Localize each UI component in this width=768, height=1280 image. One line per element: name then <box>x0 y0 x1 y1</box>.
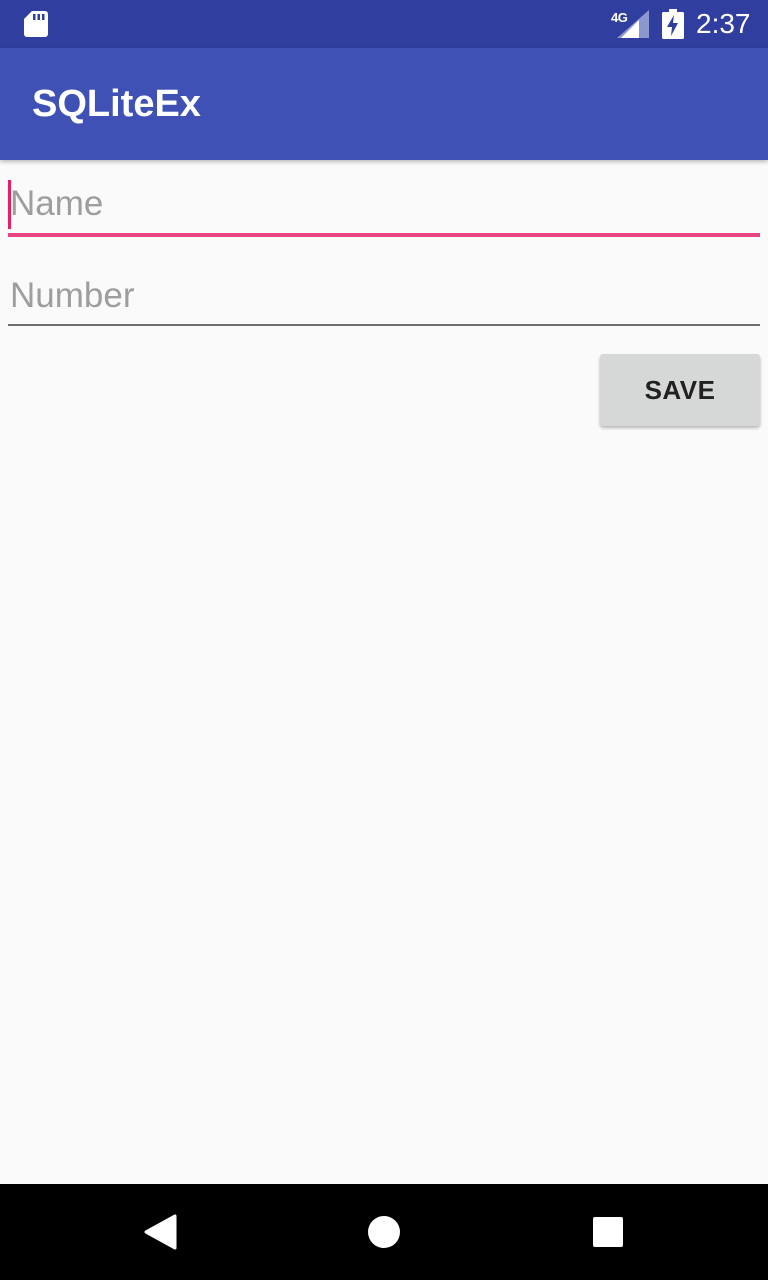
home-button[interactable] <box>336 1184 432 1280</box>
save-button[interactable]: SAVE <box>600 354 760 426</box>
network-type-label: 4G <box>611 10 628 25</box>
app-title: SQLiteEx <box>32 83 201 125</box>
status-bar: 4G 2:37 <box>0 0 768 48</box>
name-input[interactable] <box>8 176 762 232</box>
name-field[interactable] <box>8 176 762 237</box>
number-field[interactable] <box>8 268 762 328</box>
app-bar: SQLiteEx <box>0 48 768 160</box>
clock: 2:37 <box>696 8 751 39</box>
recents-icon <box>593 1217 623 1247</box>
text-cursor <box>8 180 11 229</box>
sd-card-icon <box>24 11 48 37</box>
home-icon <box>368 1216 400 1248</box>
battery-charging-icon <box>662 9 684 39</box>
back-icon <box>144 1214 177 1250</box>
back-button[interactable] <box>112 1184 208 1280</box>
navigation-bar <box>0 1184 768 1280</box>
recents-button[interactable] <box>560 1184 656 1280</box>
screen: 4G 2:37 SQLiteEx SAVE <box>0 0 768 1280</box>
name-field-underline <box>8 233 760 237</box>
number-field-underline <box>8 324 760 326</box>
number-input[interactable] <box>8 268 762 324</box>
